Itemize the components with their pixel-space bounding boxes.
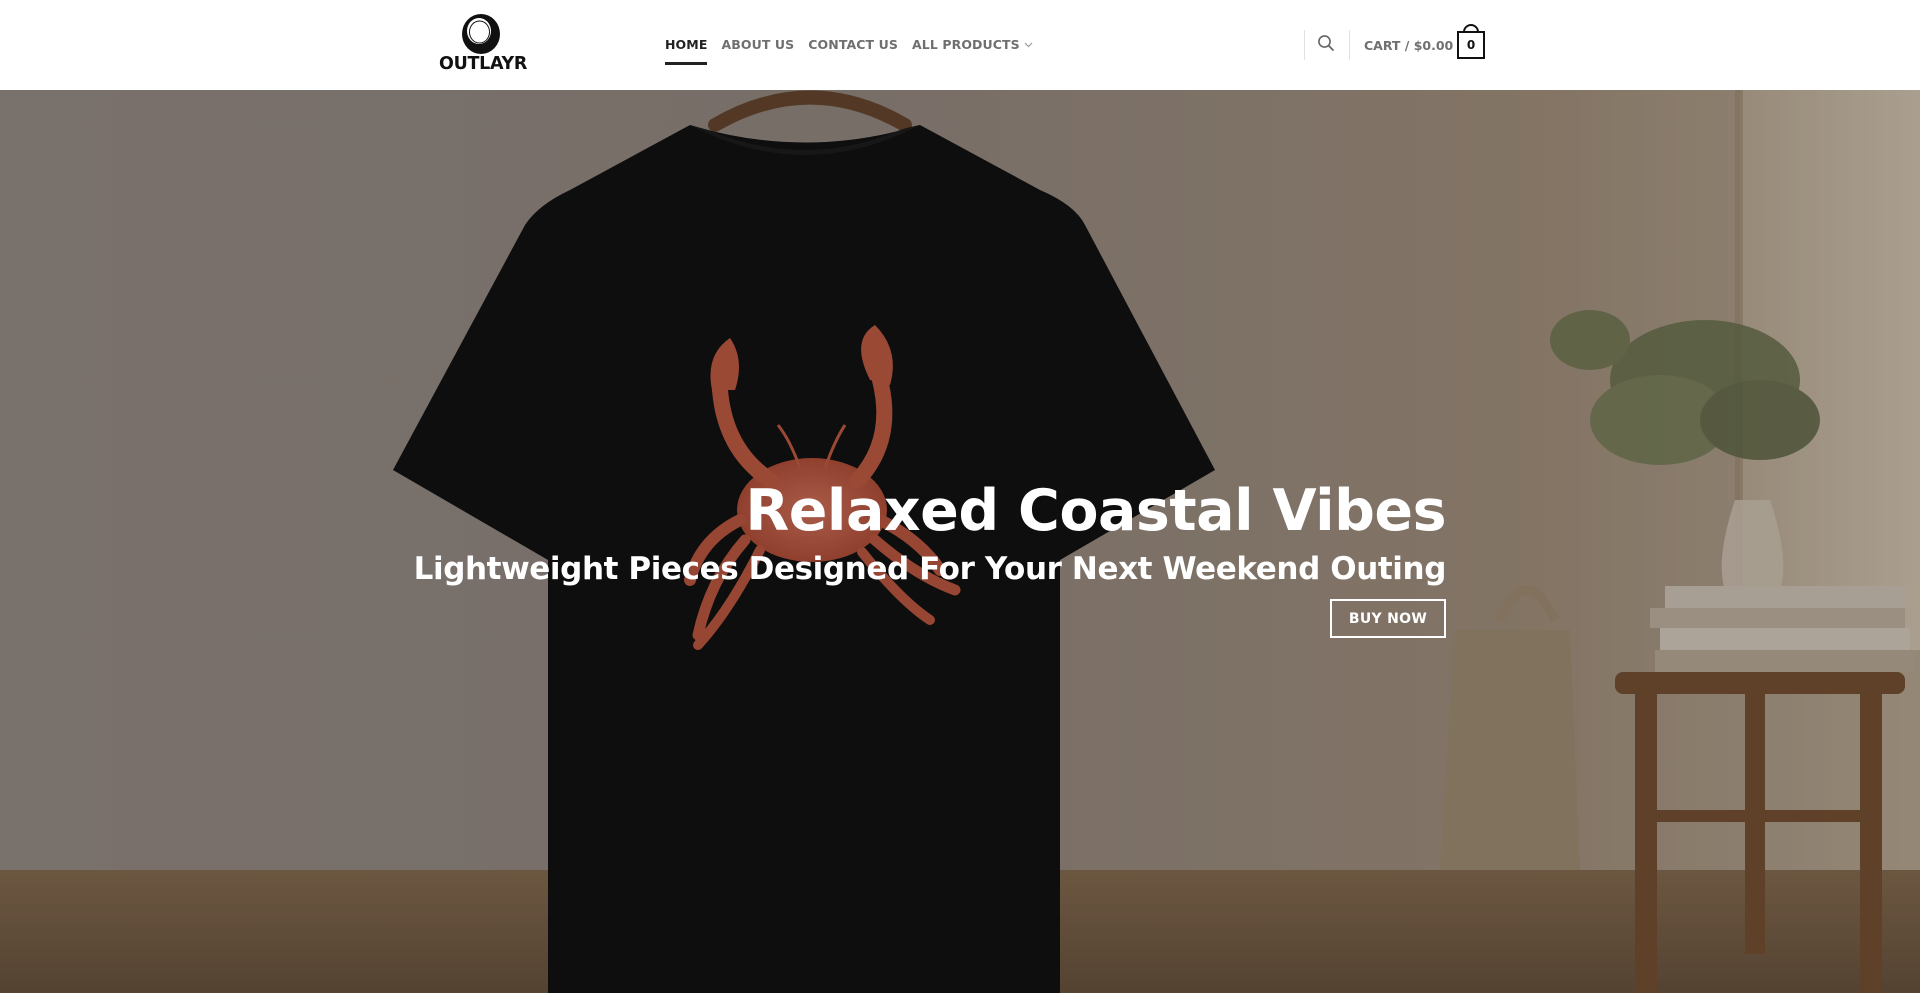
hero-title: Relaxed Coastal Vibes bbox=[745, 478, 1446, 544]
cart-link[interactable]: CART / $0.00 bbox=[1364, 0, 1453, 90]
logo-ring-icon bbox=[462, 14, 500, 54]
nav-item-contact-us[interactable]: CONTACT US bbox=[808, 0, 898, 90]
nav-item-label: HOME bbox=[665, 37, 708, 52]
brand-name: OUTLAYR bbox=[439, 54, 528, 74]
search-icon[interactable] bbox=[1317, 34, 1335, 52]
nav-item-about-us[interactable]: ABOUT US bbox=[721, 0, 794, 90]
hero-banner: Relaxed Coastal Vibes Lightweight Pieces… bbox=[0, 90, 1920, 993]
nav-item-label: ABOUT US bbox=[721, 37, 795, 52]
hero-subtitle: Lightweight Pieces Designed For Your Nex… bbox=[413, 551, 1447, 587]
header-divider bbox=[1349, 30, 1350, 60]
cart-label: CART / $0.00 bbox=[1364, 37, 1454, 53]
main-nav: HOME ABOUT US CONTACT US ALL PRODUCTS bbox=[665, 0, 1047, 90]
site-header: OUTLAYR HOME ABOUT US CONTACT US ALL PRO… bbox=[0, 0, 1920, 90]
nav-item-home[interactable]: HOME bbox=[665, 0, 708, 90]
nav-item-label: CONTACT US bbox=[808, 37, 898, 52]
nav-item-label: ALL PRODUCTS bbox=[911, 37, 1020, 52]
nav-item-all-products[interactable]: ALL PRODUCTS bbox=[912, 0, 1033, 90]
header-divider bbox=[1304, 30, 1305, 60]
brand-logo[interactable]: OUTLAYR bbox=[439, 12, 528, 74]
chevron-down-icon bbox=[1024, 42, 1033, 48]
buy-now-button[interactable]: BUY NOW bbox=[1330, 599, 1446, 638]
cart-count-badge[interactable]: 0 bbox=[1457, 31, 1485, 59]
